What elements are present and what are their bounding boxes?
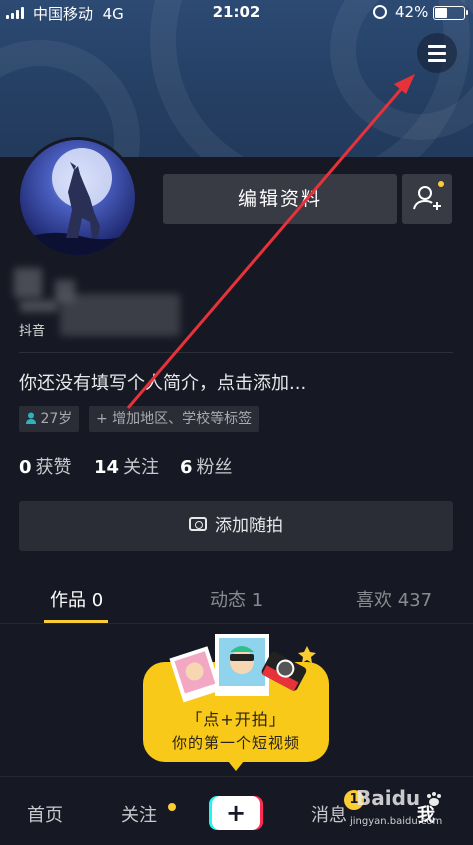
create-video-button[interactable]: + bbox=[209, 796, 263, 830]
divider bbox=[19, 352, 453, 353]
add-tag-button[interactable]: + 增加地区、学校等标签 bbox=[89, 406, 260, 432]
follow-update-dot bbox=[168, 803, 176, 811]
add-friend-icon bbox=[413, 186, 441, 210]
age-label: 27岁 bbox=[40, 411, 73, 427]
menu-button[interactable] bbox=[417, 33, 457, 73]
tab-likes[interactable]: 喜欢 437 bbox=[356, 586, 432, 612]
status-bar: 中国移动 4G 21:02 42% bbox=[0, 0, 473, 26]
add-friend-button[interactable] bbox=[402, 174, 452, 224]
watermark-logo: Baidu bbox=[356, 786, 421, 810]
edit-profile-button[interactable]: 编辑资料 bbox=[163, 174, 397, 224]
baidu-watermark: Baidu jingyan.baidu.com bbox=[350, 786, 443, 827]
nav-messages[interactable]: 消息 bbox=[311, 801, 347, 827]
sticker-illustration bbox=[169, 634, 316, 703]
likes-count: 0 bbox=[19, 457, 32, 478]
watermark-url: jingyan.baidu.com bbox=[350, 816, 443, 827]
rotation-lock-icon bbox=[373, 5, 387, 19]
douyin-id-label: 抖音 bbox=[19, 324, 46, 339]
bio-text[interactable]: 你还没有填写个人简介，点击添加... bbox=[19, 369, 306, 395]
notification-dot bbox=[438, 181, 444, 187]
tab-works[interactable]: 作品 0 bbox=[50, 586, 103, 612]
plus-icon: + bbox=[212, 796, 260, 830]
following-label: 关注 bbox=[123, 457, 160, 478]
followers-count: 6 bbox=[180, 457, 193, 478]
tab-divider bbox=[0, 623, 473, 624]
following-stat[interactable]: 14 关注 bbox=[94, 453, 159, 479]
nav-follow[interactable]: 关注 bbox=[121, 801, 157, 827]
camera-icon bbox=[189, 517, 207, 531]
battery-icon bbox=[433, 6, 468, 20]
add-moment-button[interactable]: 添加随拍 bbox=[19, 501, 453, 551]
following-count: 14 bbox=[94, 457, 120, 478]
person-icon bbox=[26, 407, 36, 424]
likes-stat[interactable]: 0 获赞 bbox=[19, 453, 72, 479]
add-moment-label: 添加随拍 bbox=[215, 516, 283, 536]
wolf-moon-avatar-image bbox=[20, 140, 135, 255]
battery-percent: 42% bbox=[395, 3, 429, 21]
paw-icon bbox=[425, 791, 443, 807]
likes-label: 获赞 bbox=[35, 457, 72, 478]
followers-label: 粉丝 bbox=[196, 457, 233, 478]
nav-home[interactable]: 首页 bbox=[27, 801, 63, 827]
shoot-prompt-subtitle: 你的第一个短视频 bbox=[171, 734, 300, 752]
avatar[interactable] bbox=[17, 137, 138, 258]
tab-dynamics[interactable]: 动态 1 bbox=[210, 586, 263, 612]
age-tag[interactable]: 27岁 bbox=[19, 406, 80, 432]
shoot-prompt-title: 「点+开拍」 bbox=[186, 710, 286, 729]
followers-stat[interactable]: 6 粉丝 bbox=[180, 453, 233, 479]
